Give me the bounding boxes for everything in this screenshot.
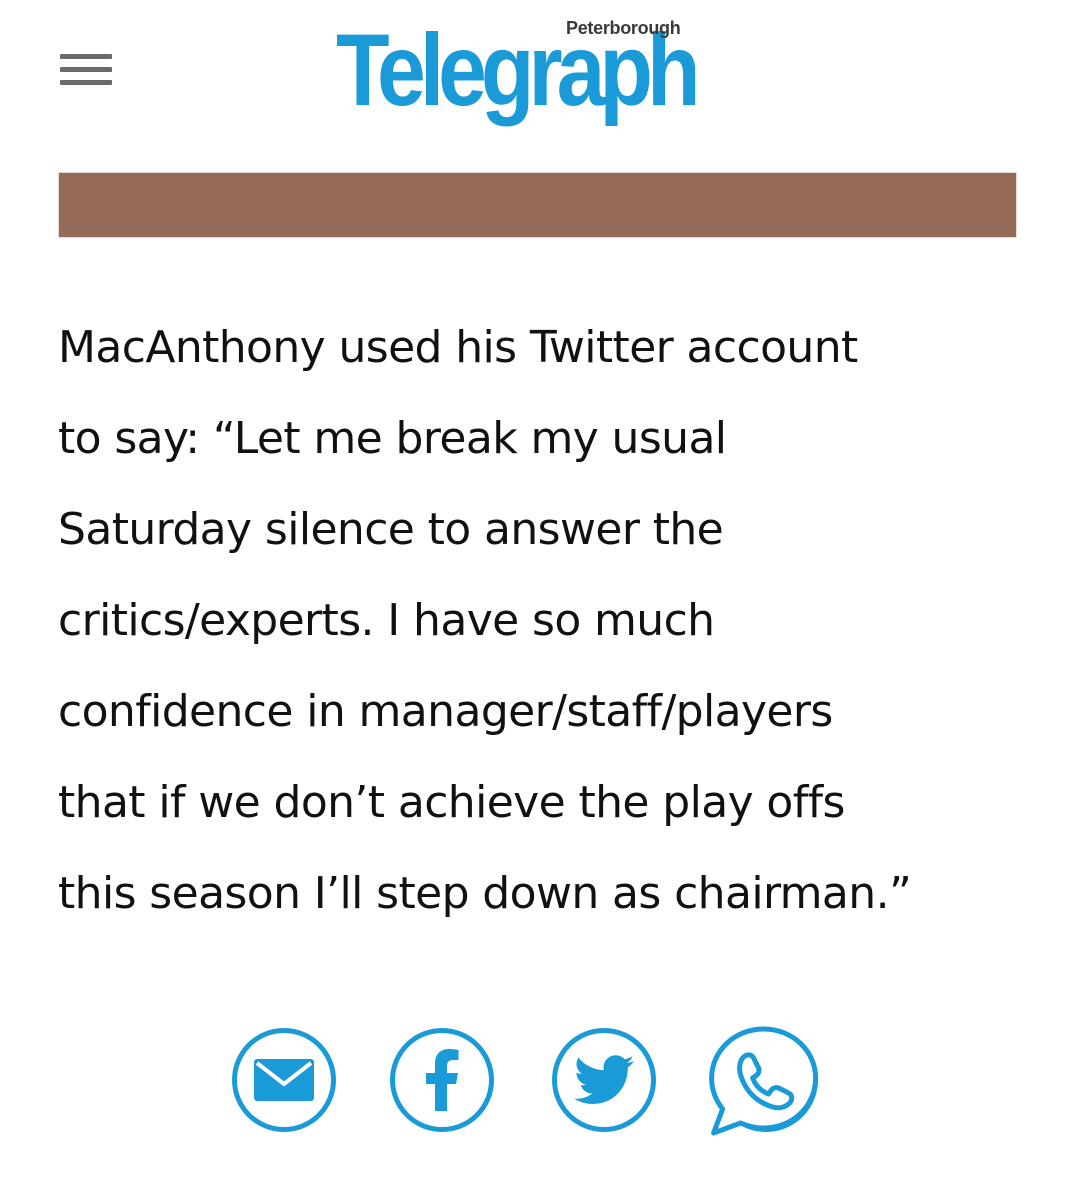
email-icon [254, 1059, 314, 1101]
share-facebook-button[interactable] [390, 1028, 494, 1132]
paragraph-line: that if we don’t achieve the play offs [58, 777, 845, 828]
share-bar [230, 1026, 830, 1148]
twitter-icon [574, 1055, 634, 1104]
paragraph-line: confidence in manager/staff/players [58, 686, 833, 737]
paragraph-line: Saturday silence to answer the [58, 504, 724, 555]
share-email-button[interactable] [232, 1028, 336, 1132]
paragraph-line: to say: “Let me break my usual [58, 413, 727, 464]
hamburger-menu-icon[interactable] [60, 52, 112, 88]
menu-bar [60, 80, 112, 85]
share-whatsapp-button[interactable] [709, 1026, 819, 1136]
facebook-icon [426, 1049, 459, 1111]
paragraph-line: critics/experts. I have so much [58, 595, 715, 646]
menu-bar [60, 54, 112, 59]
logo-region: Peterborough [566, 18, 681, 38]
whatsapp-icon [709, 1026, 819, 1136]
menu-bar [60, 67, 112, 72]
share-twitter-button[interactable] [552, 1028, 656, 1132]
header-image-banner [58, 172, 1017, 238]
site-logo[interactable]: Telegraph Peterborough [336, 10, 746, 130]
paragraph-line: this season I’ll step down as chairman.” [58, 868, 912, 919]
paragraph-line: MacAnthony used his Twitter account [58, 322, 858, 373]
article-paragraph: MacAnthony used his Twitter account to s… [58, 302, 1018, 939]
